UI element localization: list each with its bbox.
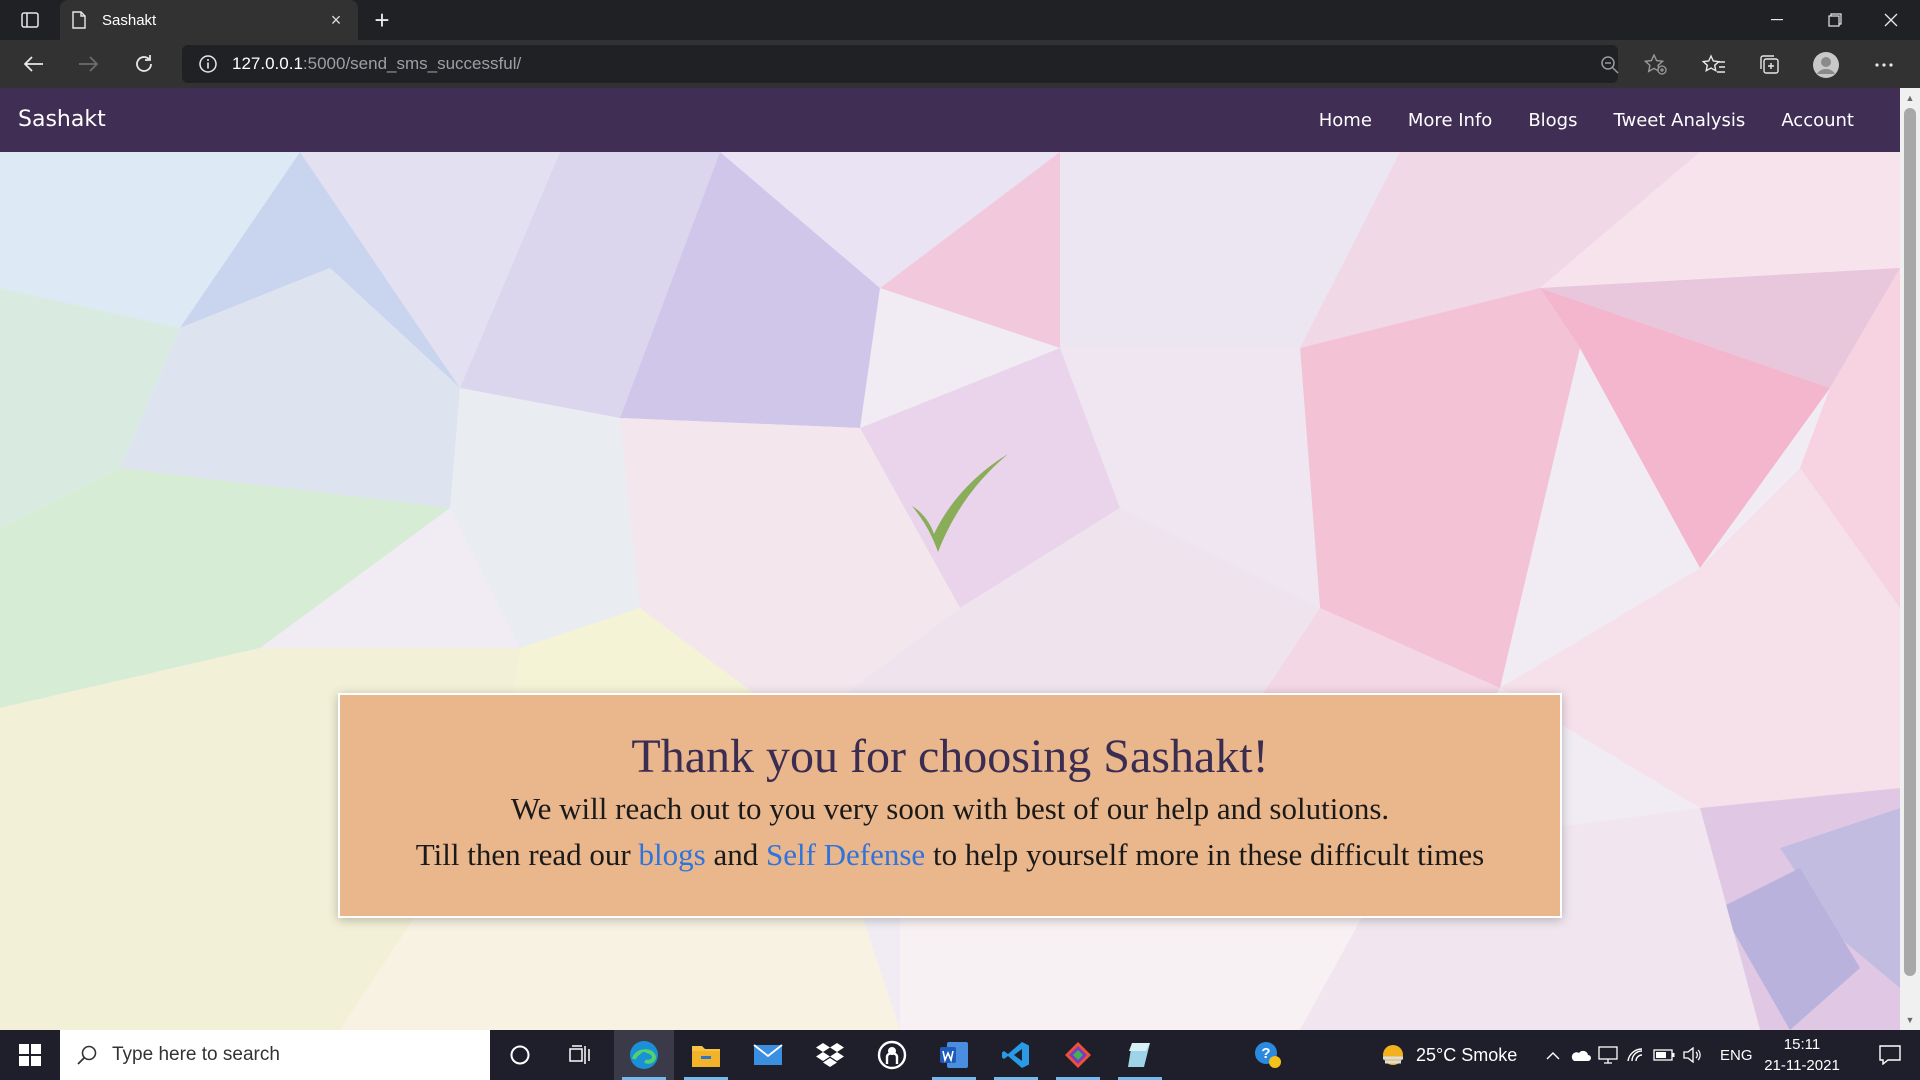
github-desktop-icon[interactable]: [862, 1030, 922, 1080]
nav-tweet-analysis[interactable]: Tweet Analysis: [1613, 110, 1745, 131]
language-indicator[interactable]: ENG: [1720, 1047, 1753, 1064]
search-icon: [77, 1045, 97, 1065]
success-line-1: We will reach out to you very soon with …: [510, 791, 1390, 826]
browser-tab-bar: Sashakt × +: [0, 0, 1920, 40]
scroll-up-icon[interactable]: ▲: [1900, 90, 1920, 106]
tab-close-icon[interactable]: ×: [326, 10, 346, 30]
site-navbar: Sashakt Home More Info Blogs Tweet Analy…: [0, 88, 1900, 152]
notification-center-icon[interactable]: [1860, 1030, 1920, 1080]
dropbox-icon[interactable]: [800, 1030, 860, 1080]
network-device-icon[interactable]: [1594, 1046, 1622, 1064]
clock-time: 15:11: [1783, 1036, 1821, 1053]
tab-actions-icon[interactable]: [14, 8, 46, 32]
site-brand[interactable]: Sashakt: [18, 107, 106, 132]
line2-prefix: Till then read our: [415, 837, 631, 872]
profile-avatar-icon[interactable]: [1812, 51, 1840, 79]
self-defense-link[interactable]: Self Defense: [766, 837, 925, 872]
word-icon[interactable]: [924, 1030, 984, 1080]
pen-app-icon[interactable]: [1110, 1030, 1170, 1080]
nav-home[interactable]: Home: [1319, 110, 1372, 131]
favorites-icon[interactable]: [1700, 51, 1728, 79]
line2-suffix: to help yourself more in these difficult…: [932, 837, 1485, 872]
git-gui-icon[interactable]: [1048, 1030, 1108, 1080]
system-tray: ENG: [1540, 1030, 1753, 1080]
blogs-link[interactable]: blogs: [639, 837, 706, 872]
weather-sun-icon: [1383, 1045, 1403, 1065]
url-text: 127.0.0.1:5000/send_sms_successful/: [232, 54, 522, 73]
vscode-icon[interactable]: [986, 1030, 1046, 1080]
success-check-icon: [912, 454, 1008, 552]
taskbar-clock[interactable]: 15:11 21-11-2021: [1760, 1034, 1844, 1076]
svg-text:?: ?: [1261, 1045, 1270, 1062]
more-menu-icon[interactable]: [1870, 51, 1898, 79]
success-title: Thank you for choosing Sashakt!: [631, 730, 1269, 783]
search-placeholder: Type here to search: [112, 1044, 280, 1065]
add-favorite-icon[interactable]: [1644, 53, 1668, 77]
forward-icon[interactable]: [72, 50, 104, 78]
chevron-up-icon[interactable]: [1540, 1051, 1566, 1060]
nav-more-info[interactable]: More Info: [1408, 110, 1492, 131]
start-windows-icon[interactable]: [0, 1030, 60, 1080]
volume-icon[interactable]: [1678, 1047, 1706, 1063]
file-explorer-icon[interactable]: [676, 1030, 736, 1080]
scroll-down-icon[interactable]: ▼: [1900, 1012, 1920, 1028]
site-info-icon[interactable]: [198, 54, 218, 74]
restore-icon[interactable]: [1806, 0, 1864, 40]
taskbar-search-input[interactable]: Type here to search: [60, 1030, 490, 1080]
onedrive-icon[interactable]: [1566, 1047, 1594, 1063]
nav-blogs[interactable]: Blogs: [1528, 110, 1577, 131]
collections-icon[interactable]: [1756, 51, 1784, 79]
address-bar[interactable]: 127.0.0.1:5000/send_sms_successful/: [182, 45, 1618, 83]
refresh-icon[interactable]: [128, 50, 160, 78]
minimize-icon[interactable]: [1748, 0, 1806, 40]
back-icon[interactable]: [18, 50, 50, 78]
mail-icon[interactable]: [738, 1030, 798, 1080]
close-window-icon[interactable]: [1862, 0, 1920, 40]
clock-date: 21-11-2021: [1764, 1057, 1840, 1074]
task-view-icon[interactable]: [550, 1030, 610, 1080]
battery-icon[interactable]: [1650, 1049, 1678, 1061]
line2-and: and: [713, 837, 759, 872]
weather-text: 25°C Smoke: [1416, 1044, 1518, 1065]
tab-title: Sashakt: [102, 11, 157, 29]
nav-links: Home More Info Blogs Tweet Analysis Acco…: [1283, 88, 1854, 152]
web-page: Sashakt Home More Info Blogs Tweet Analy…: [0, 88, 1900, 1030]
browser-tab[interactable]: Sashakt ×: [60, 0, 358, 40]
success-line-2: Till then read our blogs and Self Defens…: [340, 833, 1560, 877]
wifi-icon[interactable]: [1622, 1047, 1650, 1063]
scroll-thumb[interactable]: [1904, 108, 1916, 976]
weather-widget[interactable]: 25°C Smoke: [1380, 1030, 1517, 1080]
page-scrollbar[interactable]: ▲ ▼: [1900, 88, 1920, 1030]
browser-toolbar: 127.0.0.1:5000/send_sms_successful/: [0, 40, 1920, 88]
success-message-card: Thank you for choosing Sashakt! We will …: [338, 693, 1562, 918]
cortana-icon[interactable]: [490, 1030, 550, 1080]
new-tab-icon[interactable]: +: [368, 5, 396, 35]
nav-account[interactable]: Account: [1781, 110, 1854, 131]
edge-browser-icon[interactable]: [614, 1030, 674, 1080]
windows-taskbar: Type here to search ? 25°C Smoke ENG 15:…: [0, 1030, 1920, 1080]
page-icon: [72, 11, 88, 29]
help-notification-icon[interactable]: ?: [1238, 1030, 1298, 1080]
zoom-icon[interactable]: [1598, 53, 1622, 77]
